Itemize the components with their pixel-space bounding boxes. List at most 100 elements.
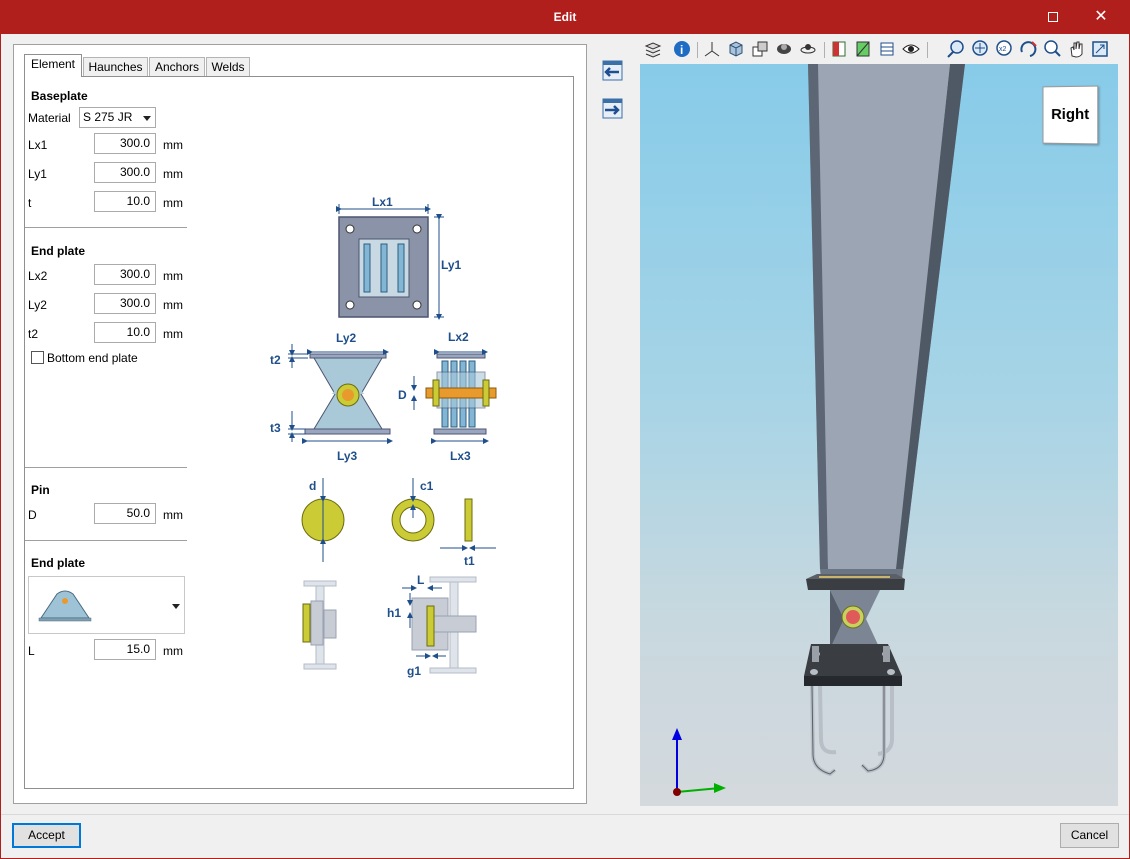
- cube-icon: [729, 41, 743, 57]
- orbit-button[interactable]: [798, 38, 818, 60]
- cancel-button[interactable]: Cancel: [1060, 823, 1119, 848]
- 3d-viewport[interactable]: Right: [640, 64, 1118, 806]
- info-button[interactable]: i: [672, 38, 692, 60]
- zoom-button[interactable]: [1042, 38, 1062, 60]
- baseplate-top-view: Lx1 Ly1: [336, 195, 462, 320]
- tab-haunches[interactable]: Haunches: [83, 57, 148, 77]
- dialog-body: Element Haunches Anchors Welds Baseplate…: [1, 34, 1129, 858]
- l-label: L: [28, 644, 35, 658]
- dim-t3: t3: [270, 421, 281, 435]
- zoom-previous-button[interactable]: [946, 38, 966, 60]
- pin-d-input[interactable]: 50.0: [94, 503, 156, 524]
- import-button[interactable]: [597, 56, 627, 86]
- export-icon: [602, 98, 623, 119]
- base-plate: [804, 644, 902, 686]
- layers-button[interactable]: [643, 38, 663, 60]
- view-toolbar: i x2: [640, 38, 1120, 64]
- dim-t1: t1: [464, 554, 475, 568]
- maximize-icon: [1048, 12, 1058, 22]
- accept-button[interactable]: Accept: [12, 823, 81, 848]
- connection-diagram: Lx1 Ly1 Ly2 Ly3 t2 t3 Lx2 Lx3 D d c1 t1 …: [206, 86, 564, 781]
- separator: [25, 467, 187, 468]
- separator: [25, 540, 187, 541]
- t-label: t: [28, 196, 32, 210]
- dim-lx3: Lx3: [450, 449, 471, 463]
- end-plate-title: End plate: [31, 244, 86, 258]
- t2-unit: mm: [163, 327, 183, 341]
- orbit-icon: [800, 44, 816, 54]
- t-input[interactable]: 10.0: [94, 191, 156, 212]
- tab-anchors[interactable]: Anchors: [149, 57, 205, 77]
- top-end-plate: [806, 574, 905, 590]
- ly1-input[interactable]: 300.0: [94, 162, 156, 183]
- ly2-label: Ly2: [28, 298, 47, 312]
- zoom-icon: [1044, 40, 1061, 57]
- lx2-input[interactable]: 300.0: [94, 264, 156, 285]
- export-button[interactable]: [597, 94, 627, 124]
- info-icon: i: [674, 41, 690, 57]
- tab-element[interactable]: Element: [24, 54, 82, 77]
- dim-t2: t2: [270, 353, 281, 367]
- ly2-input[interactable]: 300.0: [94, 293, 156, 314]
- dim-c1: c1: [420, 479, 434, 493]
- pin-d-label: D: [28, 508, 37, 522]
- dim-ly3: Ly3: [337, 449, 358, 463]
- pin-d-unit: mm: [163, 508, 183, 522]
- dim-d-big: D: [398, 388, 407, 402]
- pin-detail: d: [301, 478, 345, 562]
- zoom-previous-icon: [947, 40, 964, 58]
- import-icon: [602, 60, 623, 81]
- element-tab-content: Baseplate Material S 275 JR Lx1 300.0 mm…: [24, 76, 574, 789]
- lx1-unit: mm: [163, 138, 183, 152]
- grid-button[interactable]: [877, 38, 897, 60]
- pin-title: Pin: [31, 483, 50, 497]
- lx2-unit: mm: [163, 269, 183, 283]
- view-cube[interactable]: Right: [1042, 85, 1099, 145]
- dim-g1: g1: [407, 664, 421, 678]
- tab-welds[interactable]: Welds: [206, 57, 250, 77]
- end-plate-shape-title: End plate: [31, 556, 86, 570]
- toolbar-separator: [927, 42, 928, 58]
- t2-input[interactable]: 10.0: [94, 322, 156, 343]
- plane-button[interactable]: [853, 38, 873, 60]
- zoom-half-button[interactable]: x2: [994, 38, 1014, 60]
- end-plate-shape-icon: [38, 590, 92, 622]
- pan-button[interactable]: [1066, 38, 1086, 60]
- fit-window-button[interactable]: [1090, 38, 1110, 60]
- l-unit: mm: [163, 644, 183, 658]
- end-plate-front-view: Lx2 Lx3 D: [398, 330, 497, 463]
- lx1-input[interactable]: 300.0: [94, 133, 156, 154]
- copy-view-button[interactable]: [750, 38, 770, 60]
- close-button[interactable]: ✕: [1089, 6, 1113, 28]
- view-cube-label: Right: [1051, 105, 1090, 124]
- element-form: Baseplate Material S 275 JR Lx1 300.0 mm…: [25, 77, 211, 788]
- solid-view-button[interactable]: [726, 38, 746, 60]
- dim-d: d: [309, 479, 316, 493]
- svg-text:i: i: [680, 43, 683, 57]
- axes-button[interactable]: [702, 38, 722, 60]
- rotate-icon: [1020, 41, 1037, 57]
- bottom-end-plate-label: Bottom end plate: [47, 351, 138, 365]
- ly1-label: Ly1: [28, 167, 47, 181]
- maximize-button[interactable]: [1041, 6, 1065, 28]
- rotate-button[interactable]: [1018, 38, 1038, 60]
- lx1-label: Lx1: [28, 138, 48, 152]
- ly1-unit: mm: [163, 167, 183, 181]
- zoom-all-icon: [972, 40, 988, 56]
- t2-label: t2: [28, 327, 39, 341]
- l-input[interactable]: 15.0: [94, 639, 156, 660]
- dialog-button-bar: Accept Cancel: [1, 814, 1129, 858]
- chevron-down-icon: [143, 116, 151, 121]
- toolbar-separator: [697, 42, 698, 58]
- material-select[interactable]: S 275 JR: [79, 107, 156, 128]
- visibility-button[interactable]: [901, 38, 921, 60]
- zoom-all-button[interactable]: [970, 38, 990, 60]
- dim-lx2: Lx2: [448, 330, 469, 344]
- bottom-end-plate-checkbox[interactable]: [31, 351, 44, 364]
- chevron-down-icon: [172, 604, 180, 609]
- end-plate-shape-select[interactable]: [28, 576, 185, 634]
- render-button[interactable]: [774, 38, 794, 60]
- close-icon: ✕: [1094, 8, 1108, 25]
- ly2-unit: mm: [163, 298, 183, 312]
- section-button[interactable]: [829, 38, 849, 60]
